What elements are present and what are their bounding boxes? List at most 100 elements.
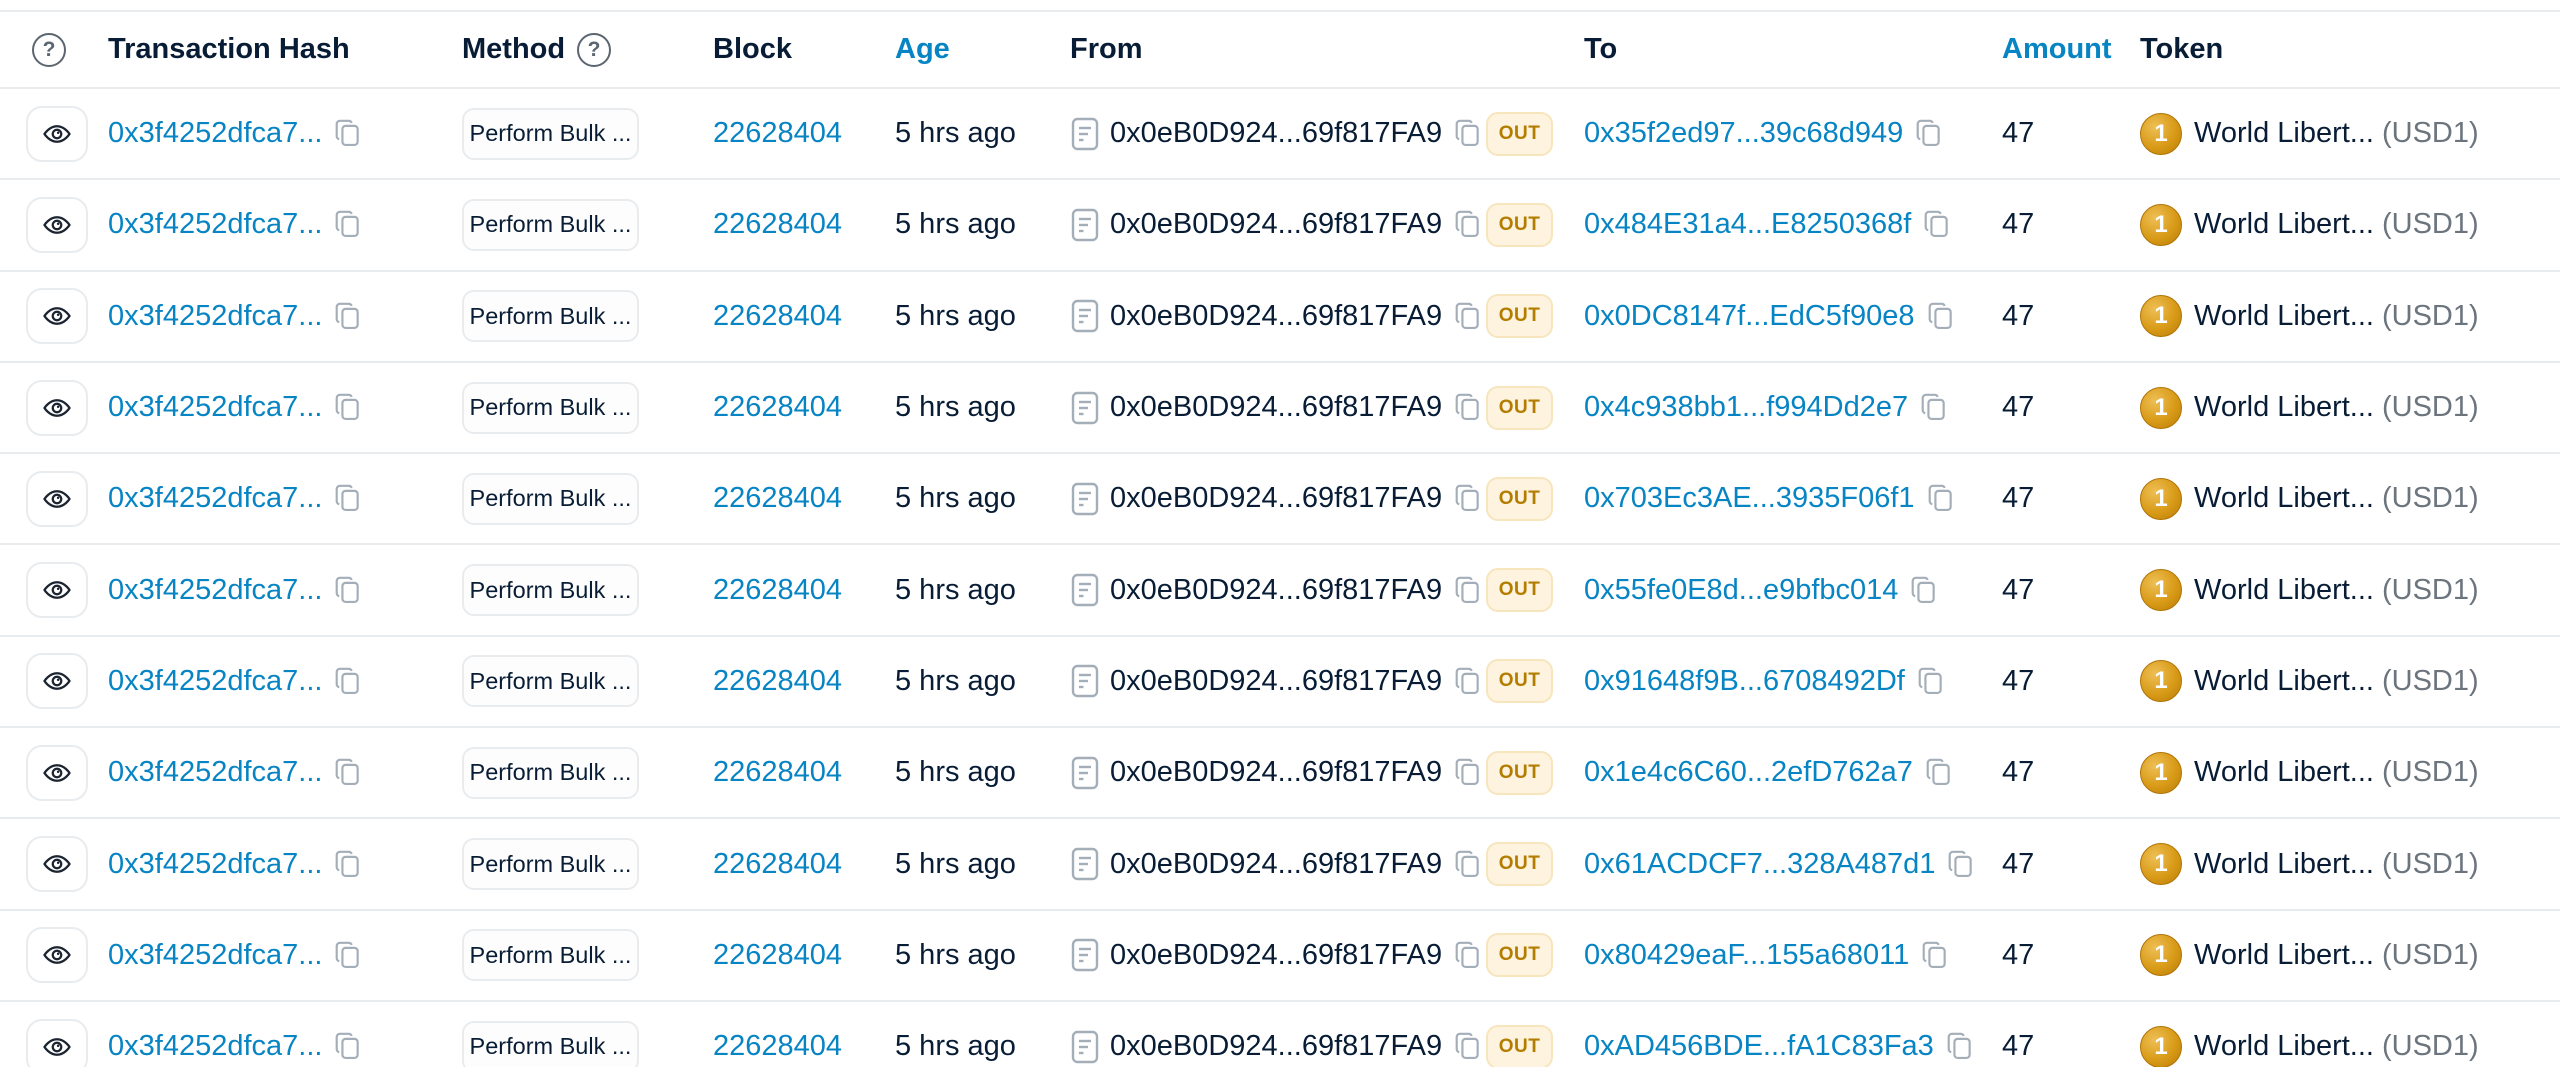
tx-hash-link[interactable]: 0x3f4252dfca7... xyxy=(108,665,322,698)
copy-to-address-button[interactable] xyxy=(1923,756,1954,789)
header-amount-toggle[interactable]: Amount xyxy=(2002,33,2112,66)
tx-hash-link[interactable]: 0x3f4252dfca7... xyxy=(108,391,322,424)
block-link[interactable]: 22628404 xyxy=(713,665,842,698)
token-name-link[interactable]: World Libert... xyxy=(2194,117,2374,150)
copy-to-address-button[interactable] xyxy=(1925,300,1956,333)
token-name-link[interactable]: World Libert... xyxy=(2194,482,2374,515)
to-address-link[interactable]: 0x61ACDCF7...328A487d1 xyxy=(1584,848,1935,881)
token-name-link[interactable]: World Libert... xyxy=(2194,756,2374,789)
preview-tx-button[interactable] xyxy=(26,653,88,710)
method-filter-button[interactable]: Perform Bulk ... xyxy=(462,381,639,434)
block-link[interactable]: 22628404 xyxy=(713,574,842,607)
method-filter-button[interactable]: Perform Bulk ... xyxy=(462,746,639,799)
to-address-link[interactable]: 0x91648f9B...6708492Df xyxy=(1584,665,1905,698)
copy-to-address-button[interactable] xyxy=(1908,574,1939,607)
to-address-link[interactable]: 0x35f2ed97...39c68d949 xyxy=(1584,117,1903,150)
token-name-link[interactable]: World Libert... xyxy=(2194,939,2374,972)
preview-tx-button[interactable] xyxy=(26,105,88,162)
copy-from-address-button[interactable] xyxy=(1452,848,1483,881)
block-link[interactable]: 22628404 xyxy=(713,391,842,424)
block-link[interactable]: 22628404 xyxy=(713,482,842,515)
to-address-link[interactable]: 0x1e4c6C60...2efD762a7 xyxy=(1584,756,1913,789)
method-filter-button[interactable]: Perform Bulk ... xyxy=(462,929,639,982)
block-link[interactable]: 22628404 xyxy=(713,117,842,150)
block-link[interactable]: 22628404 xyxy=(713,939,842,972)
preview-tx-button[interactable] xyxy=(26,288,88,345)
tx-hash-link[interactable]: 0x3f4252dfca7... xyxy=(108,482,322,515)
to-address-link[interactable]: 0x4c938bb1...f994Dd2e7 xyxy=(1584,391,1908,424)
preview-tx-button[interactable] xyxy=(26,927,88,984)
preview-tx-button[interactable] xyxy=(26,379,88,436)
copy-from-address-button[interactable] xyxy=(1452,391,1483,424)
preview-tx-button[interactable] xyxy=(26,744,88,801)
copy-to-address-button[interactable] xyxy=(1918,391,1949,424)
tx-hash-link[interactable]: 0x3f4252dfca7... xyxy=(108,117,322,150)
method-filter-button[interactable]: Perform Bulk ... xyxy=(462,290,639,343)
copy-tx-hash-button[interactable] xyxy=(332,482,363,515)
copy-tx-hash-button[interactable] xyxy=(332,1030,363,1063)
tx-hash-link[interactable]: 0x3f4252dfca7... xyxy=(108,574,322,607)
token-name-link[interactable]: World Libert... xyxy=(2194,1030,2374,1063)
token-name-link[interactable]: World Libert... xyxy=(2194,300,2374,333)
token-name-link[interactable]: World Libert... xyxy=(2194,665,2374,698)
tx-hash-link[interactable]: 0x3f4252dfca7... xyxy=(108,208,322,241)
preview-tx-button[interactable] xyxy=(26,1018,88,1067)
method-filter-button[interactable]: Perform Bulk ... xyxy=(462,198,639,251)
method-filter-button[interactable]: Perform Bulk ... xyxy=(462,472,639,525)
copy-to-address-button[interactable] xyxy=(1921,208,1952,241)
copy-from-address-button[interactable] xyxy=(1452,1030,1483,1063)
copy-tx-hash-button[interactable] xyxy=(332,300,363,333)
block-link[interactable]: 22628404 xyxy=(713,300,842,333)
copy-tx-hash-button[interactable] xyxy=(332,665,363,698)
block-link[interactable]: 22628404 xyxy=(713,848,842,881)
copy-from-address-button[interactable] xyxy=(1452,665,1483,698)
copy-tx-hash-button[interactable] xyxy=(332,574,363,607)
token-name-link[interactable]: World Libert... xyxy=(2194,848,2374,881)
token-name-link[interactable]: World Libert... xyxy=(2194,208,2374,241)
method-filter-button[interactable]: Perform Bulk ... xyxy=(462,655,639,708)
to-address-link[interactable]: 0x484E31a4...E8250368f xyxy=(1584,208,1911,241)
method-question-circle-icon[interactable]: ? xyxy=(577,32,612,67)
copy-from-address-button[interactable] xyxy=(1452,208,1483,241)
copy-to-address-button[interactable] xyxy=(1925,482,1956,515)
copy-tx-hash-button[interactable] xyxy=(332,756,363,789)
to-address-link[interactable]: 0xAD456BDE...fA1C83Fa3 xyxy=(1584,1030,1934,1063)
method-filter-button[interactable]: Perform Bulk ... xyxy=(462,1020,639,1067)
method-filter-button[interactable]: Perform Bulk ... xyxy=(462,838,639,891)
copy-to-address-button[interactable] xyxy=(1913,117,1944,150)
copy-to-address-button[interactable] xyxy=(1945,848,1976,881)
copy-from-address-button[interactable] xyxy=(1452,756,1483,789)
preview-tx-button[interactable] xyxy=(26,470,88,527)
block-link[interactable]: 22628404 xyxy=(713,1030,842,1063)
to-address-link[interactable]: 0x703Ec3AE...3935F06f1 xyxy=(1584,482,1915,515)
preview-tx-button[interactable] xyxy=(26,196,88,253)
to-address-link[interactable]: 0x80429eaF...155a68011 xyxy=(1584,939,1909,972)
tx-hash-link[interactable]: 0x3f4252dfca7... xyxy=(108,848,322,881)
copy-from-address-button[interactable] xyxy=(1452,482,1483,515)
block-link[interactable]: 22628404 xyxy=(713,208,842,241)
copy-from-address-button[interactable] xyxy=(1452,574,1483,607)
copy-from-address-button[interactable] xyxy=(1452,117,1483,150)
method-filter-button[interactable]: Perform Bulk ... xyxy=(462,564,639,617)
copy-tx-hash-button[interactable] xyxy=(332,391,363,424)
copy-tx-hash-button[interactable] xyxy=(332,848,363,881)
copy-tx-hash-button[interactable] xyxy=(332,117,363,150)
copy-to-address-button[interactable] xyxy=(1919,939,1950,972)
to-address-link[interactable]: 0x55fe0E8d...e9bfbc014 xyxy=(1584,574,1898,607)
tx-hash-link[interactable]: 0x3f4252dfca7... xyxy=(108,300,322,333)
method-filter-button[interactable]: Perform Bulk ... xyxy=(462,107,639,160)
to-address-link[interactable]: 0x0DC8147f...EdC5f90e8 xyxy=(1584,300,1915,333)
copy-from-address-button[interactable] xyxy=(1452,939,1483,972)
tx-hash-link[interactable]: 0x3f4252dfca7... xyxy=(108,756,322,789)
token-name-link[interactable]: World Libert... xyxy=(2194,574,2374,607)
copy-tx-hash-button[interactable] xyxy=(332,208,363,241)
tx-hash-link[interactable]: 0x3f4252dfca7... xyxy=(108,939,322,972)
preview-tx-button[interactable] xyxy=(26,562,88,619)
block-link[interactable]: 22628404 xyxy=(713,756,842,789)
copy-tx-hash-button[interactable] xyxy=(332,939,363,972)
tx-hash-link[interactable]: 0x3f4252dfca7... xyxy=(108,1030,322,1063)
question-circle-icon[interactable]: ? xyxy=(32,32,66,67)
header-age-toggle[interactable]: Age xyxy=(895,33,950,66)
copy-to-address-button[interactable] xyxy=(1915,665,1946,698)
token-name-link[interactable]: World Libert... xyxy=(2194,391,2374,424)
